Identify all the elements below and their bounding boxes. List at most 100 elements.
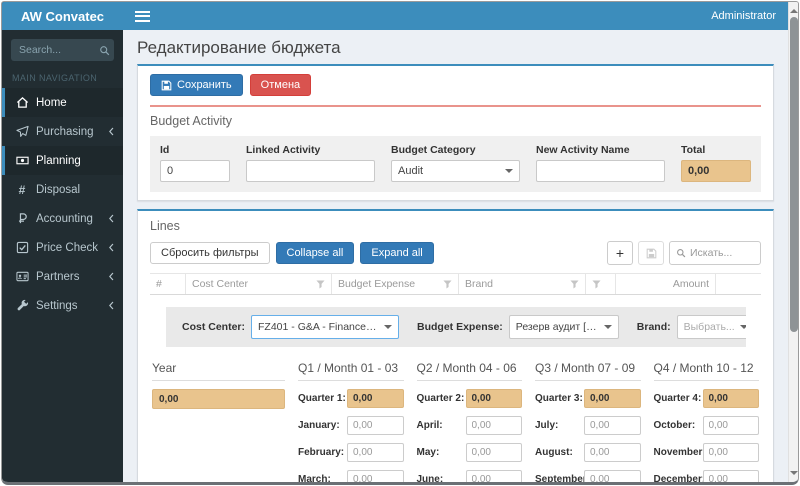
sidebar-item-settings[interactable]: Settings	[2, 291, 123, 320]
home-icon	[15, 96, 29, 109]
quarter-1-field	[347, 389, 404, 408]
budget-activity-panel: Сохранить Отмена Budget Activity Id Link…	[137, 64, 774, 201]
december-field[interactable]	[702, 470, 759, 482]
sidebar-item-planning[interactable]: Planning	[2, 146, 123, 175]
page-title: Редактирование бюджета	[137, 38, 341, 57]
february-field[interactable]	[347, 443, 404, 462]
column-header-amount[interactable]: Amount	[616, 274, 716, 294]
id-field-group: Id	[160, 144, 230, 182]
content-header: Редактирование бюджета	[123, 30, 788, 62]
lines-search[interactable]	[669, 241, 761, 265]
sidebar-item-label: Disposal	[36, 183, 81, 196]
sidebar-search-input[interactable]	[19, 44, 99, 56]
search-icon	[676, 248, 686, 258]
user-menu[interactable]: Administrator	[711, 10, 776, 22]
sidebar-item-accounting[interactable]: Accounting	[2, 204, 123, 233]
search-icon[interactable]	[99, 45, 110, 56]
june-label: June:	[416, 474, 444, 485]
column-header-num[interactable]: #	[150, 274, 186, 294]
id-label: Id	[160, 144, 170, 156]
chevron-left-icon	[107, 300, 115, 311]
august-field[interactable]	[584, 443, 641, 462]
december-label: December:	[653, 474, 706, 485]
brand-label: Brand:	[636, 321, 671, 333]
column-header-filter[interactable]	[586, 274, 616, 294]
july-field[interactable]	[584, 416, 641, 435]
brand-select[interactable]: Выбрать...	[676, 315, 746, 339]
year-total-group	[152, 389, 285, 409]
year-column: Year	[152, 361, 285, 482]
new-activity-name-label: New Activity Name	[536, 144, 630, 156]
id-field[interactable]	[160, 160, 230, 182]
hashtag-icon: #	[18, 182, 26, 197]
quarter-4-label: Quarter 4:	[653, 393, 702, 404]
filter-icon[interactable]	[316, 279, 325, 289]
june-field[interactable]	[465, 470, 522, 482]
scroll-down-icon[interactable]	[789, 471, 798, 479]
total-field-group: Total	[681, 144, 751, 182]
column-header-budget-expense[interactable]: Budget Expense	[332, 274, 459, 294]
content: Сохранить Отмена Budget Activity Id Link…	[123, 62, 788, 485]
january-field[interactable]	[347, 416, 404, 435]
october-field[interactable]	[702, 416, 759, 435]
lines-search-input[interactable]	[690, 247, 754, 259]
year-header: Year	[152, 361, 285, 381]
scroll-up-icon[interactable]	[789, 5, 798, 13]
sidebar-item-home[interactable]: Home	[2, 88, 123, 117]
column-header-cost-center[interactable]: Cost Center	[186, 274, 332, 294]
quarter-3-field	[584, 389, 641, 408]
sidebar-item-label: Settings	[36, 299, 78, 312]
may-field[interactable]	[465, 443, 522, 462]
form-actions: Сохранить Отмена	[150, 74, 761, 96]
q1-header: Q1 / Month 01 - 03	[298, 361, 404, 381]
lines-toolbar-right: +	[607, 241, 761, 265]
sidebar-toggle-icon[interactable]	[135, 8, 150, 24]
new-activity-name-field[interactable]	[536, 160, 665, 182]
brand-logo[interactable]: AW Convatec	[2, 2, 123, 30]
reset-filters-button[interactable]: Сбросить фильтры	[150, 242, 270, 264]
sidebar-section-label: MAIN NAVIGATION	[12, 73, 98, 83]
sidebar-item-label: Home	[36, 96, 67, 109]
chevron-down-icon	[603, 325, 612, 333]
sidebar-item-price-check[interactable]: Price Check	[2, 233, 123, 262]
cancel-button[interactable]: Отмена	[249, 74, 312, 96]
save-lines-button[interactable]	[638, 241, 664, 265]
check-square-icon	[15, 241, 29, 254]
filter-icon[interactable]	[443, 279, 452, 289]
sidebar-item-purchasing[interactable]: Purchasing	[2, 117, 123, 146]
filter-icon[interactable]	[592, 279, 601, 289]
year-total-field	[152, 389, 285, 409]
march-label: March:	[298, 474, 331, 485]
q2-header: Q2 / Month 04 - 06	[416, 361, 522, 381]
filter-icon[interactable]	[570, 279, 579, 289]
collapse-all-button[interactable]: Collapse all	[275, 242, 355, 264]
budget-category-select[interactable]: Audit	[391, 160, 520, 182]
cost-center-select[interactable]: FZ401 - G&A - Finance [18]	[251, 315, 400, 339]
sidebar-item-disposal[interactable]: # Disposal	[2, 175, 123, 204]
expand-all-button[interactable]: Expand all	[360, 242, 434, 264]
november-field[interactable]	[702, 443, 759, 462]
sidebar-item-label: Price Check	[36, 241, 98, 254]
april-field[interactable]	[465, 416, 522, 435]
sidebar-search[interactable]	[11, 39, 114, 61]
vertical-scrollbar[interactable]	[788, 2, 798, 482]
q4-header: Q4 / Month 10 - 12	[653, 361, 759, 381]
scrollbar-thumb[interactable]	[789, 17, 798, 332]
march-field[interactable]	[347, 470, 404, 482]
lines-toolbar: Сбросить фильтры Collapse all Expand all…	[150, 241, 761, 265]
main-area: Administrator Редактирование бюджета Сох…	[123, 2, 788, 482]
lines-heading: Lines	[150, 219, 180, 233]
budget-expense-select[interactable]: Резерв аудит [4469P0...	[508, 315, 619, 339]
september-field[interactable]	[584, 470, 641, 482]
cost-center-label: Cost Center:	[182, 321, 246, 333]
add-line-button[interactable]: +	[607, 241, 633, 265]
app-window: AW Convatec MAIN NAVIGATION Home Purchas…	[1, 1, 799, 485]
column-header-brand[interactable]: Brand	[459, 274, 586, 294]
sidebar-item-label: Purchasing	[36, 125, 94, 138]
sidebar-item-partners[interactable]: Partners	[2, 262, 123, 291]
sidebar-item-label: Accounting	[36, 212, 93, 225]
linked-activity-field[interactable]	[246, 160, 375, 182]
column-header-spacer	[716, 274, 761, 294]
chevron-left-icon	[107, 271, 115, 282]
save-button[interactable]: Сохранить	[150, 74, 243, 96]
